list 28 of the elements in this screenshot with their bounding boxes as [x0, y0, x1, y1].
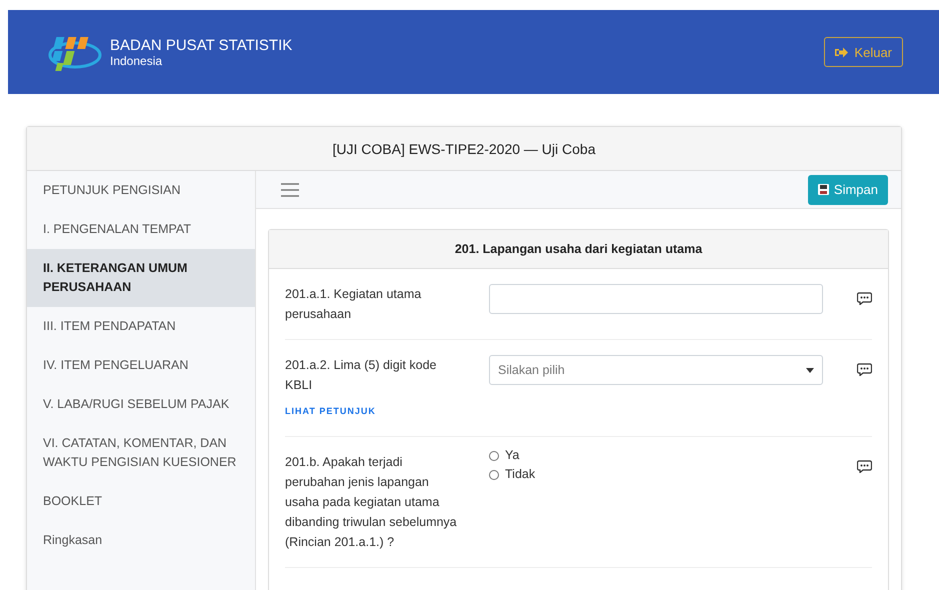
- form-title: [UJI COBA] EWS-TIPE2-2020 — Uji Coba: [332, 140, 596, 156]
- question-label: 201.a.2. Lima (5) digit kode KBLI: [285, 357, 438, 394]
- comment-icon[interactable]: [857, 460, 872, 473]
- sidebar-item[interactable]: Ringkasan: [27, 521, 255, 560]
- sidebar-item[interactable]: BOOKLET: [27, 482, 255, 521]
- logout-icon: [835, 46, 848, 58]
- question-label: 201.a.1. Kegiatan utama perusahaan: [285, 286, 422, 323]
- comment-icon[interactable]: [857, 363, 872, 376]
- sidebar-item[interactable]: III. ITEM PENDAPATAN: [27, 307, 255, 346]
- country-name: Indonesia: [110, 54, 164, 68]
- text-field[interactable]: [489, 284, 823, 314]
- menu-icon[interactable]: [281, 182, 299, 196]
- sidebar-item[interactable]: II. KETERANGAN UMUM PERUSAHAAN: [27, 249, 255, 307]
- radio-option[interactable]: Ya: [489, 446, 823, 465]
- sidebar-item[interactable]: PETUNJUK PENGISIAN: [27, 171, 255, 210]
- sidebar-item[interactable]: VI. CATATAN, KOMENTAR, DAN WAKTU PENGISIAN KUESIONER: [27, 424, 255, 482]
- sidebar-item[interactable]: I. PENGENALAN TEMPAT: [27, 210, 255, 249]
- select-field[interactable]: Silakan pilih: [489, 355, 823, 385]
- caret-icon: [806, 368, 814, 372]
- radio-option[interactable]: Tidak: [489, 465, 823, 484]
- section-title: 201. Lapangan usaha dari kegiatan utama: [454, 242, 702, 256]
- sidebar-item[interactable]: IV. ITEM PENGELUARAN: [27, 346, 255, 385]
- organization-name: BADAN PUSAT STATISTIK: [110, 36, 292, 54]
- question-label: 201.b. Apakah terjadi perubahan jenis lapangan usaha pada kegiatan utama dibanding triwulan sebelumnya (Rincian 201.a.1.) ?: [285, 454, 458, 551]
- sidebar-item[interactable]: V. LABA/RUGI SEBELUM PAJAK: [27, 385, 255, 424]
- hint-link[interactable]: LIHAT PETUNJUK: [285, 401, 465, 421]
- comment-icon[interactable]: [857, 292, 872, 305]
- logout-button[interactable]: Keluar: [824, 37, 903, 67]
